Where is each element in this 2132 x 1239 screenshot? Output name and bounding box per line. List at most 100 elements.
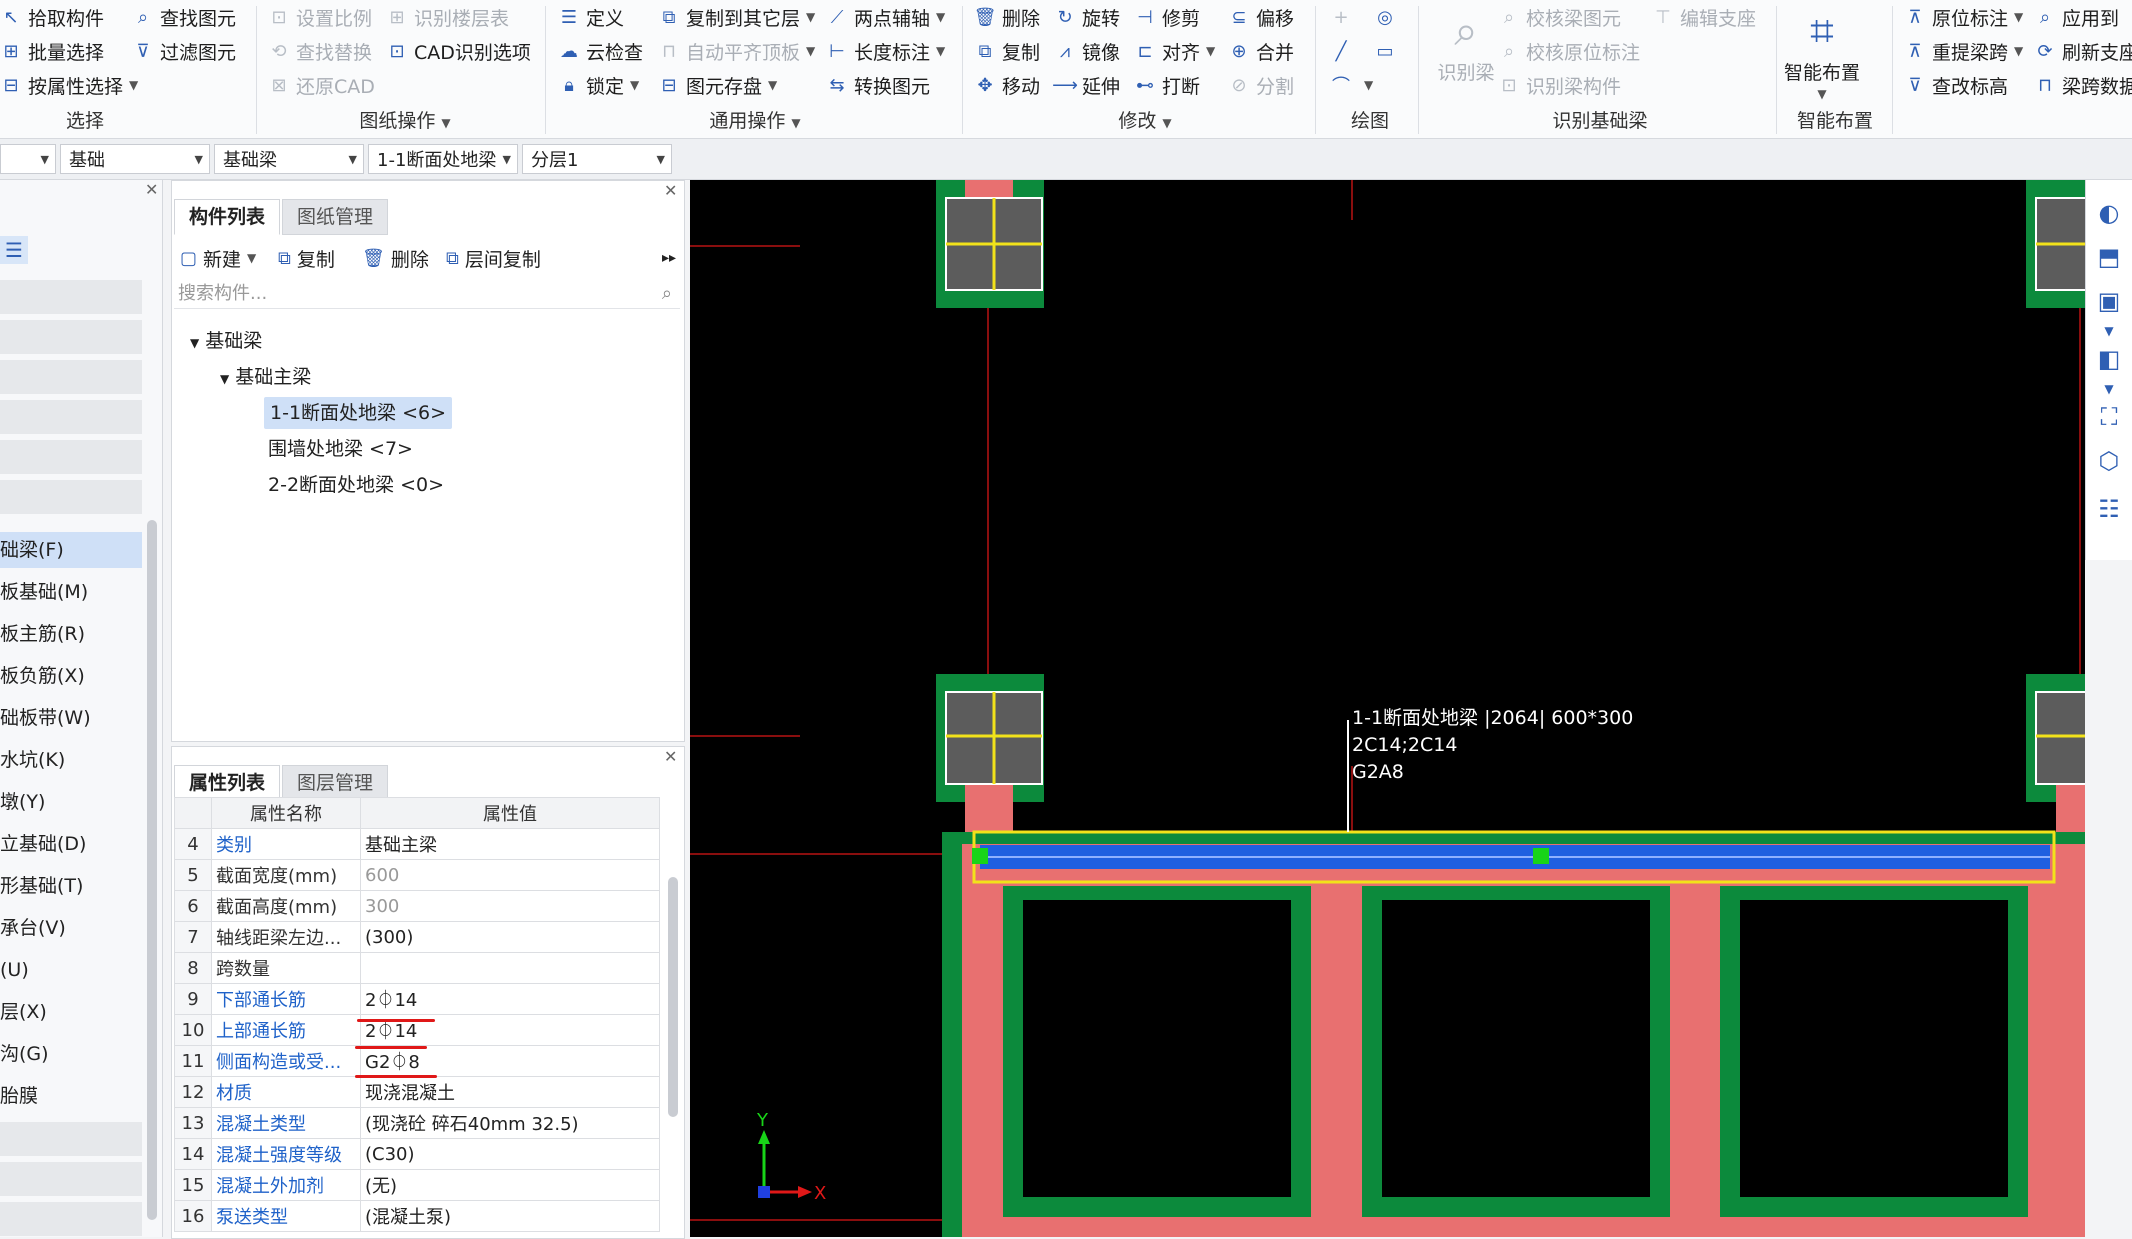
two-point-axis-button[interactable]: ⟋ 两点辅轴 ▼ bbox=[826, 2, 946, 32]
property-value[interactable]: (现浇砼 碎石40mm 32.5) bbox=[360, 1107, 660, 1139]
category-select[interactable]: 基础 ▼ bbox=[60, 144, 210, 174]
auto-align-top-slab-button[interactable]: ⊓ 自动平齐顶板 ▼ bbox=[658, 36, 815, 66]
table-row[interactable]: 13 混凝土类型 (现浇砼 碎石40mm 32.5) bbox=[174, 1107, 660, 1139]
refresh-support-button[interactable]: ⟳ 刷新支座 bbox=[2034, 36, 2132, 66]
nav-item-pile-cap[interactable]: 承台(V) bbox=[0, 910, 142, 946]
beam-annotation-line-2[interactable]: 2C14;2C14 bbox=[1352, 734, 1457, 756]
in-situ-dimension-button[interactable]: ⊼ 原位标注 ▼ bbox=[1904, 2, 2023, 32]
tree-item-wall-beam[interactable]: 围墙处地梁 <7> bbox=[268, 433, 413, 465]
copy-button[interactable]: ⧉ 复制 bbox=[974, 36, 1040, 66]
copy-between-layers-button[interactable]: ⧉ 层间复制 bbox=[446, 243, 541, 273]
length-dimension-button[interactable]: ⊢ 长度标注 ▼ bbox=[826, 36, 945, 66]
element-save-button[interactable]: ⊟ 图元存盘 ▼ bbox=[658, 70, 777, 100]
find-replace-button[interactable]: ⟲ 查找替换 bbox=[268, 36, 372, 66]
property-value[interactable]: 300 bbox=[360, 890, 660, 922]
break-button[interactable]: ⊷ 打断 bbox=[1134, 70, 1200, 100]
align-button[interactable]: ⊏ 对齐 ▼ bbox=[1134, 36, 1215, 66]
chevron-down-icon[interactable]: ▼ bbox=[2094, 374, 2124, 404]
property-value[interactable]: (无) bbox=[360, 1169, 660, 1201]
table-row[interactable]: 4 类别 基础主梁 bbox=[174, 828, 660, 860]
table-row[interactable]: 15 混凝土外加剂 (无) bbox=[174, 1169, 660, 1201]
nav-item-pier[interactable]: 墩(Y) bbox=[0, 784, 142, 820]
table-row[interactable]: 8 跨数量 bbox=[174, 952, 660, 984]
property-value[interactable] bbox=[360, 952, 660, 984]
table-row[interactable]: 7 轴线距梁左边... (300) bbox=[174, 921, 660, 953]
recognize-floor-table-button[interactable]: ⊞ 识别楼层表 bbox=[386, 2, 509, 32]
pick-component-button[interactable]: ↖ 拾取构件 bbox=[0, 2, 104, 32]
property-value[interactable]: (混凝土泵) bbox=[360, 1200, 660, 1232]
chevron-down-icon[interactable]: ▼ bbox=[2094, 316, 2124, 346]
find-element-button[interactable]: ⌕ 查找图元 bbox=[132, 2, 236, 32]
cube-view-icon[interactable]: ▣ bbox=[2094, 286, 2124, 316]
offset-button[interactable]: ⊆ 偏移 bbox=[1228, 2, 1294, 32]
property-value[interactable]: G2⏀8 bbox=[360, 1045, 660, 1077]
tab-layer-management[interactable]: 图层管理 bbox=[282, 765, 389, 801]
beam-annotation-line-1[interactable]: 1-1断面处地梁 |2064| 600*300 bbox=[1352, 707, 1633, 729]
property-value[interactable]: 现浇混凝土 bbox=[360, 1076, 660, 1108]
nav-item-isolated-foundation[interactable]: 立基础(D) bbox=[0, 826, 142, 862]
copy-component-button[interactable]: ⧉ 复制 bbox=[278, 243, 335, 273]
recognize-beam-button[interactable]: ⌕ 识别梁 bbox=[1426, 4, 1506, 104]
nav-item-strip-foundation[interactable]: 形基础(T) bbox=[0, 868, 142, 904]
component-type-select[interactable]: 基础梁 ▼ bbox=[214, 144, 364, 174]
orbit-view-icon[interactable]: ◐ bbox=[2094, 198, 2124, 228]
apply-to-button[interactable]: ⌕ 应用到 bbox=[2034, 2, 2119, 32]
layer-select[interactable]: 分层1 ▼ bbox=[522, 144, 672, 174]
beam-span-data-button[interactable]: ⊓ 梁跨数据 bbox=[2034, 70, 2132, 100]
nav-stub[interactable] bbox=[0, 480, 142, 514]
tab-component-list[interactable]: 构件列表 bbox=[174, 199, 281, 235]
define-button[interactable]: ☰ 定义 bbox=[558, 2, 624, 32]
close-icon[interactable]: ✕ bbox=[145, 180, 158, 199]
nav-item-layer[interactable]: 层(X) bbox=[0, 994, 142, 1030]
table-row[interactable]: 5 截面宽度(mm) 600 bbox=[174, 859, 660, 891]
split-button[interactable]: ⊘ 分割 bbox=[1228, 70, 1294, 100]
smart-layout-button[interactable]: ⌗ 智能布置 ▼ bbox=[1782, 4, 1862, 104]
select-by-attribute-button[interactable]: ⊟ 按属性选择 ▼ bbox=[0, 70, 138, 100]
draw-rectangle-button[interactable]: ▭ bbox=[1374, 36, 1402, 66]
list-view-icon[interactable]: ☰ bbox=[0, 236, 28, 264]
draw-arc-button[interactable]: ⌒ ▼ bbox=[1330, 70, 1373, 100]
merge-button[interactable]: ⊕ 合并 bbox=[1228, 36, 1294, 66]
move-button[interactable]: ✥ 移动 bbox=[974, 70, 1040, 100]
delete-component-button[interactable]: 🗑︎ 删除 bbox=[362, 243, 429, 273]
tree-node-foundation-main-beam[interactable]: ▼ 基础主梁 bbox=[220, 361, 311, 393]
nav-stub[interactable] bbox=[0, 440, 142, 474]
set-scale-button[interactable]: ⊡ 设置比例 bbox=[268, 2, 372, 32]
check-elevation-button[interactable]: ⊽ 查改标高 bbox=[1904, 70, 2008, 100]
nav-stub[interactable] bbox=[0, 1162, 142, 1196]
nav-stub[interactable] bbox=[0, 1122, 142, 1156]
beam-annotation-line-3[interactable]: G2A8 bbox=[1352, 761, 1404, 783]
mirror-button[interactable]: ⩘ 镜像 bbox=[1054, 36, 1120, 66]
cad-recognize-options-button[interactable]: ⊡ CAD识别选项 bbox=[386, 36, 530, 66]
table-row[interactable]: 9 下部通长筋 2⏀14 bbox=[174, 983, 660, 1015]
nav-item-slab-main-rebar[interactable]: 板主筋(R) bbox=[0, 616, 142, 652]
nav-item-foundation-beam[interactable]: 础梁(F) bbox=[0, 532, 142, 568]
nav-stub[interactable] bbox=[0, 1202, 142, 1236]
batch-select-button[interactable]: ⊞ 批量选择 bbox=[0, 36, 104, 66]
tab-drawing-management[interactable]: 图纸管理 bbox=[282, 199, 389, 235]
copy-to-other-layer-button[interactable]: ⧉ 复制到其它层 ▼ bbox=[658, 2, 816, 32]
column[interactable] bbox=[2035, 691, 2085, 785]
3d-view-icon[interactable]: ⬒ bbox=[2094, 242, 2124, 272]
check-in-situ-dimension-button[interactable]: ⌕ 校核原位标注 bbox=[1498, 36, 1640, 66]
new-component-button[interactable]: ▢ 新建 ▼ bbox=[180, 243, 256, 273]
nav-item-foundation-slab-strip[interactable]: 础板带(W) bbox=[0, 700, 142, 736]
property-value[interactable]: 基础主梁 bbox=[360, 828, 660, 860]
convert-element-button[interactable]: ⇆ 转换图元 bbox=[826, 70, 930, 100]
floor-select[interactable]: ▼ bbox=[0, 144, 56, 174]
trim-button[interactable]: ⊣ 修剪 bbox=[1134, 2, 1200, 32]
nav-item-formwork[interactable]: 胎膜 bbox=[0, 1078, 142, 1114]
shaded-cube-icon[interactable]: ◧ bbox=[2094, 344, 2124, 374]
filter-element-button[interactable]: ⊽ 过滤图元 bbox=[132, 36, 236, 66]
recognize-beam-component-button[interactable]: ⊡ 识别梁构件 bbox=[1498, 70, 1621, 100]
nav-stub[interactable] bbox=[0, 360, 142, 394]
view-cube-icon[interactable]: ⬡ bbox=[2094, 446, 2124, 476]
search-input[interactable]: 搜索构件... ⌕ bbox=[174, 279, 680, 309]
component-select[interactable]: 1-1断面处地梁 ▼ bbox=[368, 144, 518, 174]
property-value[interactable]: 600 bbox=[360, 859, 660, 891]
edit-support-button[interactable]: ⊤ 编辑支座 bbox=[1652, 2, 1756, 32]
check-beam-element-button[interactable]: ⌕ 校核梁图元 bbox=[1498, 2, 1621, 32]
nav-item-slab-negative-rebar[interactable]: 板负筋(X) bbox=[0, 658, 142, 694]
tree-item-beam-1-1[interactable]: 1-1断面处地梁 <6> bbox=[264, 397, 453, 429]
nav-item-sump[interactable]: 水坑(K) bbox=[0, 742, 142, 778]
